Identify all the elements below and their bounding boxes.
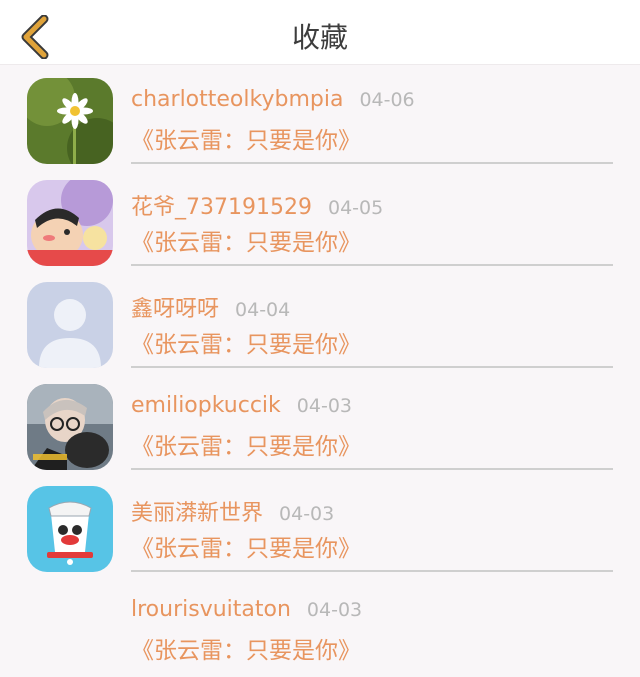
cartoon-avatar-icon (27, 180, 113, 266)
favorite-title[interactable]: 《张云雷：只要是你》 (131, 325, 361, 359)
item-meta: 花爷_737191529 04-05 (131, 189, 383, 221)
list-item[interactable]: 美丽漭新世界 04-03 《张云雷：只要是你》 (0, 473, 640, 575)
username[interactable]: 鑫呀呀呀 (131, 297, 219, 322)
favorite-title[interactable]: 《张云雷：只要是你》 (131, 631, 361, 665)
item-meta: 美丽漭新世界 04-03 (131, 495, 334, 527)
date: 04-03 (306, 599, 363, 621)
username[interactable]: charlotteolkybmpia (131, 87, 343, 112)
favorite-title[interactable]: 《张云雷：只要是你》 (131, 121, 361, 155)
item-meta: lrourisvuitaton 04-03 (131, 597, 362, 622)
monkey-cup-icon (27, 486, 113, 572)
avatar[interactable] (27, 282, 113, 368)
default-person-icon (27, 282, 113, 368)
divider (131, 570, 613, 572)
avatar[interactable] (27, 180, 113, 266)
avatar[interactable] (27, 384, 113, 470)
item-meta: 鑫呀呀呀 04-04 (131, 291, 290, 323)
divider (131, 162, 613, 164)
avatar[interactable] (27, 78, 113, 164)
username[interactable]: 美丽漭新世界 (131, 501, 263, 526)
list-item[interactable]: emiliopkuccik 04-03 《张云雷：只要是你》 (0, 371, 640, 473)
username[interactable]: lrourisvuitaton (131, 597, 291, 622)
item-meta: emiliopkuccik 04-03 (131, 393, 352, 418)
header: 收藏 (0, 8, 640, 65)
favorite-title[interactable]: 《张云雷：只要是你》 (131, 223, 361, 257)
item-meta: charlotteolkybmpia 04-06 (131, 87, 415, 112)
date: 04-03 (279, 503, 335, 525)
avatar[interactable] (27, 486, 113, 572)
date: 04-05 (327, 197, 384, 219)
favorites-list: charlotteolkybmpia 04-06 《张云雷：只要是你》 花爷_73… (0, 65, 640, 677)
daisy-photo-icon (27, 78, 113, 164)
status-bar (0, 0, 640, 8)
favorite-title[interactable]: 《张云雷：只要是你》 (131, 427, 361, 461)
list-item[interactable]: charlotteolkybmpia 04-06 《张云雷：只要是你》 (0, 65, 640, 167)
divider (131, 468, 613, 470)
divider (131, 366, 613, 368)
date: 04-06 (359, 89, 415, 111)
favorite-title[interactable]: 《张云雷：只要是你》 (131, 529, 361, 563)
username[interactable]: emiliopkuccik (131, 393, 281, 418)
person-photo-icon (27, 384, 113, 470)
list-item[interactable]: 鑫呀呀呀 04-04 《张云雷：只要是你》 (0, 269, 640, 371)
page-title: 收藏 (291, 21, 348, 54)
divider (131, 264, 613, 266)
list-item[interactable]: 花爷_737191529 04-05 《张云雷：只要是你》 (0, 167, 640, 269)
username[interactable]: 花爷_737191529 (131, 195, 312, 220)
list-item[interactable]: lrourisvuitaton 04-03 《张云雷：只要是你》 (0, 575, 640, 677)
date: 04-03 (296, 395, 352, 417)
date: 04-04 (235, 299, 291, 321)
